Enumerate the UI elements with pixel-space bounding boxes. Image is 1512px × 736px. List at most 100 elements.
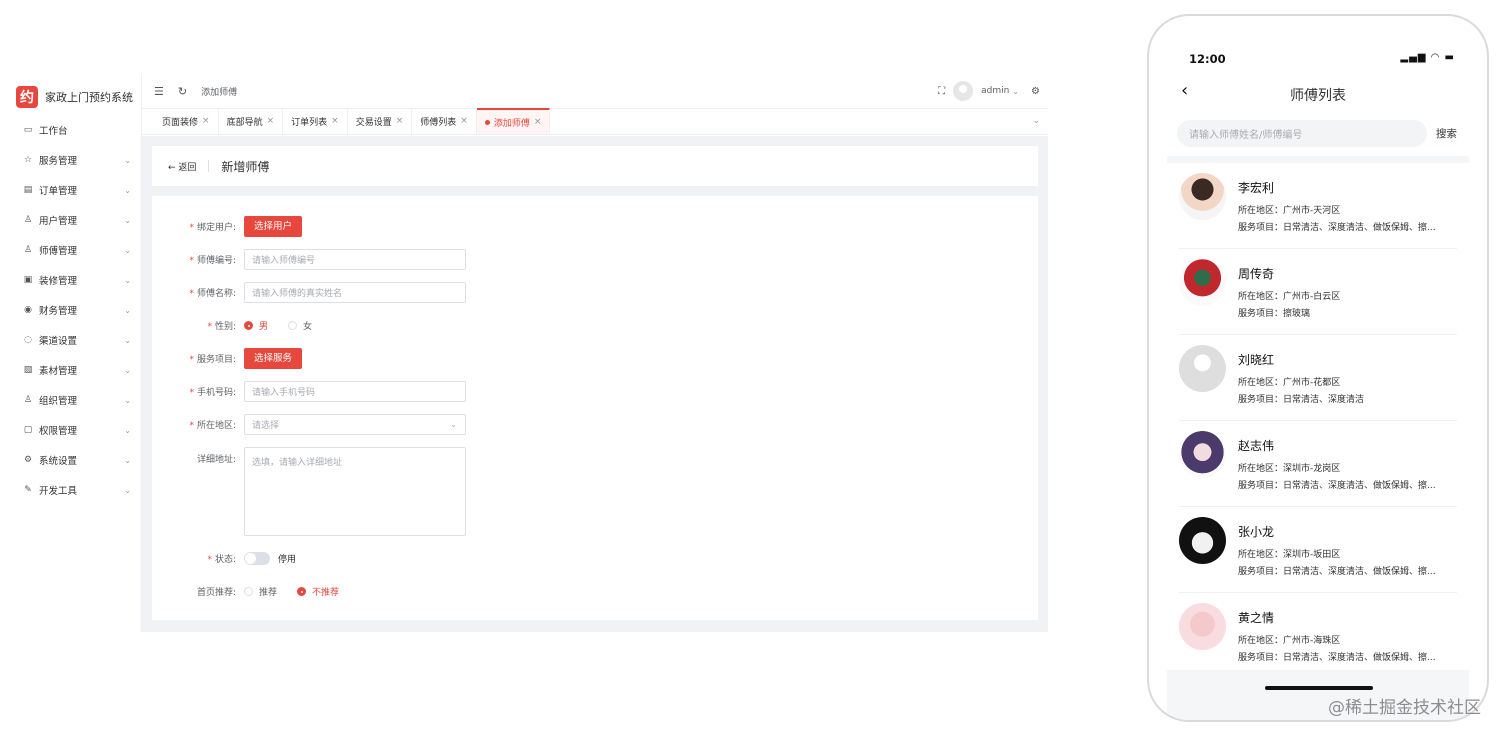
avatar — [1179, 517, 1226, 564]
avatar — [1179, 431, 1226, 478]
recommend-radio-no[interactable]: 不推荐 — [297, 585, 339, 598]
address-row: 详细地址: 选填，请输入详细地址 — [152, 441, 1038, 536]
breadcrumb: 添加师傅 — [201, 87, 238, 98]
chevron-down-icon: ⌄ — [124, 455, 131, 465]
tab[interactable]: 订单列表 × — [283, 108, 348, 134]
sidebar-item[interactable]: ▤ 订单管理 ⌄ — [8, 175, 141, 205]
close-icon[interactable]: × — [331, 116, 339, 126]
tab-label: 底部导航 — [226, 117, 263, 128]
refresh-icon[interactable]: ↻ — [178, 85, 187, 98]
worker-region: 所在地区：广州市-白云区 — [1238, 292, 1341, 302]
sidebar-item-label: 系统设置 — [39, 456, 78, 467]
tab[interactable]: 师傅列表 × — [412, 108, 477, 134]
fullscreen-icon[interactable]: ⛶ — [938, 86, 945, 97]
sidebar-item[interactable]: ▢ 权限管理 ⌄ — [8, 415, 141, 445]
tab-label: 师傅列表 — [420, 117, 457, 128]
worker-region: 所在地区：广州市-天河区 — [1238, 206, 1341, 216]
sidebar-item[interactable]: ▧ 素材管理 ⌄ — [8, 355, 141, 385]
sidebar-item[interactable]: ✎ 开发工具 ⌄ — [8, 475, 141, 505]
search-placeholder: 请输入师傅姓名/师傅编号 — [1189, 130, 1303, 141]
sidebar-item-label: 财务管理 — [39, 306, 78, 317]
avatar — [1179, 259, 1226, 306]
sidebar-item[interactable]: ♙ 组织管理 ⌄ — [8, 385, 141, 415]
sidebar-item[interactable]: ▣ 装修管理 ⌄ — [8, 265, 141, 295]
search-input[interactable]: 请输入师傅姓名/师傅编号 — [1177, 120, 1427, 147]
sidebar: 约 家政上门预约系统 ▭ 工作台 ☆ 服务管理 ⌄ ▤ 订单管理 ⌄ ♙ 用户管理 ⌄ ♙ 师傅管理 ⌄ ▣… — [8, 74, 142, 632]
tab[interactable]: 底部导航 × — [219, 108, 284, 134]
sidebar-item[interactable]: ▭ 工作台 — [8, 115, 141, 145]
worker-list-item[interactable]: 赵志伟 所在地区：深圳市-龙岗区 服务项目：日常清洁、深度清洁、做饭保姆、擦... — [1179, 421, 1457, 507]
chevron-down-icon: ⌄ — [124, 485, 131, 495]
search-button[interactable]: 搜索 — [1436, 126, 1457, 141]
gear-icon[interactable]: ⚙ — [1031, 86, 1040, 97]
username[interactable]: admin — [981, 86, 1009, 96]
address-label: 详细地址: — [196, 455, 236, 465]
sidebar-item[interactable]: ◌ 渠道设置 ⌄ — [8, 325, 141, 355]
close-icon[interactable]: × — [534, 117, 542, 127]
sidebar-item[interactable]: ♙ 用户管理 ⌄ — [8, 205, 141, 235]
box-icon: ▣ — [23, 275, 33, 285]
app-logo: 约 家政上门预约系统 — [8, 79, 141, 115]
sidebar-item[interactable]: ⚙ 系统设置 ⌄ — [8, 445, 141, 475]
worker-list-item[interactable]: 张小龙 所在地区：深圳市-坂田区 服务项目：日常清洁、深度清洁、做饭保姆、擦... — [1179, 507, 1457, 593]
address-textarea[interactable]: 选填，请输入详细地址 — [244, 447, 466, 536]
document-icon: ▤ — [23, 185, 33, 195]
phone-placeholder: 请输入手机号码 — [252, 388, 316, 398]
back-button[interactable]: ← 返回 — [168, 160, 196, 173]
back-arrow-icon[interactable]: ‹ — [1181, 80, 1188, 101]
phone-label: 手机号码: — [196, 388, 236, 398]
worker-list-item[interactable]: 黄之情 所在地区：广州市-海珠区 服务项目：日常清洁、深度清洁、做饭保姆、擦... — [1179, 593, 1457, 679]
chevron-down-icon: ⌄ — [124, 245, 131, 255]
select-user-button[interactable]: 选择用户 — [244, 216, 303, 237]
recommend-row: 首页推荐: 推荐 不推荐 — [152, 575, 1038, 608]
sidebar-item[interactable]: ◉ 财务管理 ⌄ — [8, 295, 141, 325]
admin-window: 约 家政上门预约系统 ▭ 工作台 ☆ 服务管理 ⌄ ▤ 订单管理 ⌄ ♙ 用户管理 ⌄ ♙ 师傅管理 ⌄ ▣… — [8, 74, 1048, 632]
chevron-down-icon[interactable]: ⌄ — [1012, 87, 1019, 96]
region-select[interactable]: 请选择 ⌄ — [244, 414, 466, 435]
tab[interactable]: 交易设置 × — [348, 108, 413, 134]
gender-radio-male[interactable]: 男 — [244, 319, 268, 332]
worker-name: 赵志伟 — [1238, 439, 1275, 453]
home-indicator — [1265, 686, 1373, 690]
back-label: 返回 — [178, 162, 197, 173]
bind-user-label: 绑定用户: — [196, 223, 236, 233]
close-icon[interactable]: × — [202, 116, 210, 126]
star-icon: ☆ — [23, 155, 33, 165]
worker-list-item[interactable]: 周传奇 所在地区：广州市-白云区 服务项目：擦玻璃 — [1179, 249, 1457, 335]
chevron-down-icon: ⌄ — [124, 425, 131, 435]
gender-radio-female[interactable]: 女 — [288, 319, 312, 332]
avatar[interactable] — [953, 81, 974, 101]
menu-toggle-icon[interactable]: ☰ — [154, 85, 164, 98]
tab-label: 页面装修 — [162, 117, 199, 128]
status-switch[interactable] — [244, 552, 270, 565]
avatar — [1179, 603, 1226, 650]
gender-row: * 性别: 男 女 — [152, 309, 1038, 342]
user-icon: ♙ — [23, 215, 33, 225]
recommend-radio-yes[interactable]: 推荐 — [244, 585, 277, 598]
topbar-right: ⛶ admin ⌄ ⚙ — [938, 81, 1048, 101]
sidebar-item[interactable]: ♙ 师傅管理 ⌄ — [8, 235, 141, 265]
worker-no-input[interactable]: 请输入师傅编号 — [244, 249, 466, 270]
recommend-option-label: 推荐 — [259, 588, 278, 598]
tabs-more-icon[interactable]: ⌄ — [1032, 116, 1040, 126]
sidebar-item[interactable]: ☆ 服务管理 ⌄ — [8, 145, 141, 175]
worker-list-item[interactable]: 刘晓红 所在地区：广州市-花都区 服务项目：日常清洁、深度清洁 — [1179, 335, 1457, 421]
worker-list-item[interactable]: 李宏利 所在地区：广州市-天河区 服务项目：日常清洁、深度清洁、做饭保姆、擦... — [1179, 163, 1457, 249]
worker-list: 李宏利 所在地区：广州市-天河区 服务项目：日常清洁、深度清洁、做饭保姆、擦... 周… — [1167, 156, 1469, 679]
worker-name-label: 师傅名称: — [196, 289, 236, 299]
status-row: * 状态: 停用 — [152, 542, 1038, 575]
tab[interactable]: 添加师傅 × — [476, 108, 551, 134]
recommend-option-label: 不推荐 — [312, 588, 340, 598]
worker-services: 服务项目：日常清洁、深度清洁、做饭保姆、擦... — [1238, 567, 1436, 577]
close-icon[interactable]: × — [460, 116, 468, 126]
phone-input[interactable]: 请输入手机号码 — [244, 381, 466, 402]
select-service-button[interactable]: 选择服务 — [244, 348, 303, 369]
tab[interactable]: 页面装修 × — [154, 108, 219, 134]
region-row: * 所在地区: 请选择 ⌄ — [152, 408, 1038, 441]
worker-name-input[interactable]: 请输入师傅的真实姓名 — [244, 282, 466, 303]
logo-icon: 约 — [16, 86, 38, 108]
phone-mockup: 12:00 ▂▄▆ ◠ ▬ 师傅列表 ‹ 请输入师傅姓名/师傅编号 搜索 李宏利… — [1147, 14, 1489, 722]
close-icon[interactable]: × — [267, 116, 275, 126]
avatar — [1179, 173, 1226, 220]
close-icon[interactable]: × — [396, 116, 404, 126]
